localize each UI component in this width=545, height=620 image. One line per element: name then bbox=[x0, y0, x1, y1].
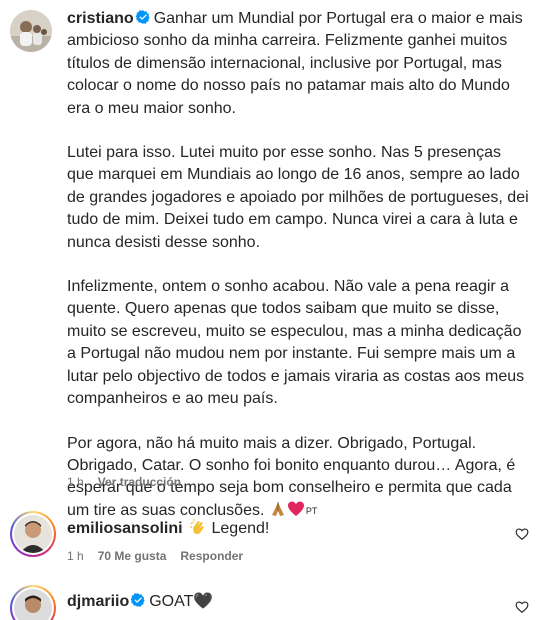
comment-avatar-ring[interactable] bbox=[10, 511, 56, 557]
caption-paragraph-2: Lutei para isso. Lutei muito por esse so… bbox=[67, 144, 529, 251]
verified-badge-icon bbox=[135, 10, 150, 24]
cristiano-avatar[interactable] bbox=[10, 10, 52, 52]
verified-badge-icon bbox=[131, 593, 145, 607]
comment-1-meta: 1 h 70 Me gusta Responder bbox=[67, 549, 243, 563]
clapping-hands-emoji-icon bbox=[190, 519, 205, 534]
caption-paragraph-3: Infelizmente, ontem o sonho acabou. Não … bbox=[67, 278, 525, 408]
comment-2-username[interactable]: djmariio bbox=[67, 593, 129, 610]
caption-text-1: Ganhar um Mundial por Portugal era o mai… bbox=[67, 10, 523, 117]
caption-paragraph-1: cristiano Ganhar um Mundial por Portugal … bbox=[67, 8, 529, 120]
flag-label: PT bbox=[305, 505, 318, 516]
comment-1-likes[interactable]: 70 Me gusta bbox=[98, 549, 167, 563]
post-timestamp[interactable]: 1 h bbox=[67, 475, 84, 489]
see-translation-button[interactable]: Ver traducción bbox=[98, 475, 181, 489]
cristiano-avatar-image bbox=[10, 10, 52, 52]
red-heart-emoji-icon bbox=[287, 501, 304, 516]
comment-2-avatar-ring[interactable] bbox=[10, 585, 56, 620]
comment-2: djmariio GOAT🖤 bbox=[67, 592, 213, 612]
folded-hands-emoji-icon bbox=[271, 501, 284, 516]
comment-1: emiliosansolini Legend! bbox=[67, 518, 269, 539]
djmariio-avatar-image bbox=[14, 589, 52, 620]
comment-1-like-icon[interactable] bbox=[515, 527, 529, 541]
comment-1-username[interactable]: emiliosansolini bbox=[67, 520, 183, 537]
comment-1-time[interactable]: 1 h bbox=[67, 549, 84, 563]
post-caption: cristiano Ganhar um Mundial por Portugal … bbox=[67, 8, 529, 522]
comment-2-text: GOAT🖤 bbox=[149, 593, 214, 610]
comment-2-like-icon[interactable] bbox=[515, 600, 529, 614]
emiliosansolini-avatar-image bbox=[14, 515, 52, 553]
comment-1-text: Legend! bbox=[211, 520, 270, 537]
comment-1-reply-button[interactable]: Responder bbox=[180, 549, 243, 563]
post-meta: 1 h Ver traducción bbox=[67, 475, 181, 489]
post-username[interactable]: cristiano bbox=[67, 10, 134, 27]
